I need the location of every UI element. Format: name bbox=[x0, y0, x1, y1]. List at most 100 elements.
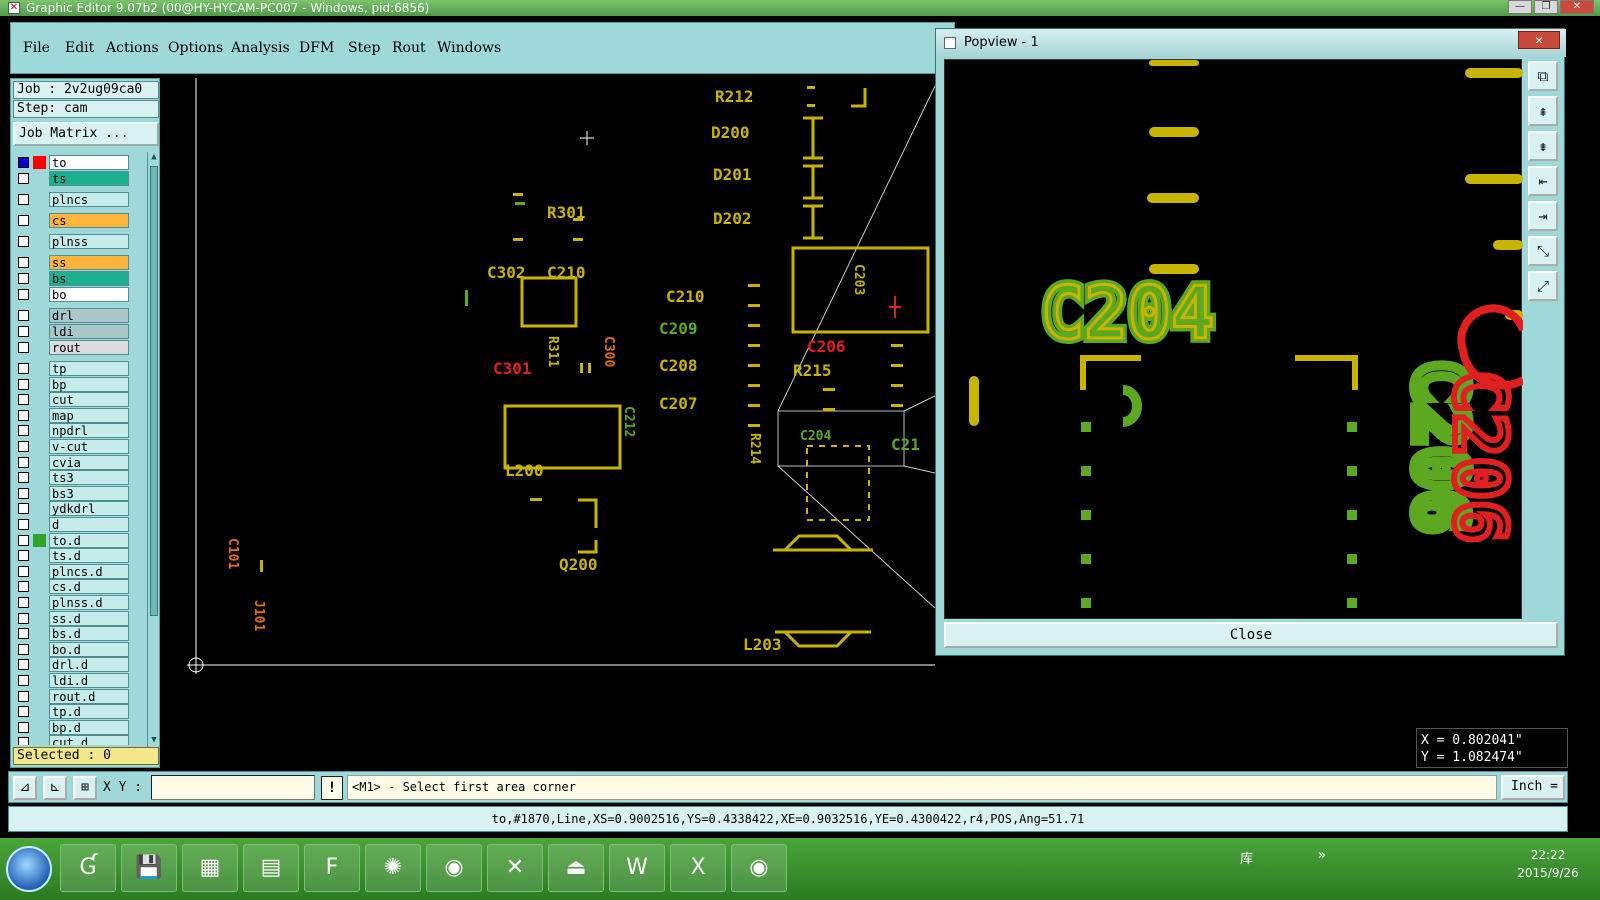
layer-checkbox[interactable] bbox=[18, 273, 29, 284]
layer-row[interactable]: drl bbox=[13, 308, 145, 323]
layer-row[interactable]: ts.d bbox=[13, 548, 145, 564]
scroll-thumb[interactable] bbox=[150, 166, 158, 616]
layer-checkbox[interactable] bbox=[18, 659, 29, 671]
layer-row[interactable]: cut bbox=[13, 392, 145, 408]
layer-checkbox[interactable] bbox=[18, 378, 29, 390]
popview-zoomed-pcb[interactable]: C204 C204 C206 C206 bbox=[945, 60, 1527, 620]
close-button[interactable]: ✕ bbox=[1560, 0, 1594, 14]
page-down-icon[interactable]: ⇟ bbox=[1528, 131, 1558, 161]
viewer-icon[interactable]: ◉ bbox=[731, 844, 787, 892]
layer-row[interactable]: cs.d bbox=[13, 579, 145, 595]
units-selector[interactable]: Inch = bbox=[1501, 775, 1565, 800]
layer-scrollbar[interactable]: ▲ ▼ bbox=[147, 152, 159, 747]
layer-label[interactable]: bs bbox=[49, 271, 129, 286]
layer-checkbox[interactable] bbox=[18, 194, 29, 205]
layer-label[interactable]: cut.d bbox=[49, 735, 129, 745]
layer-checkbox[interactable] bbox=[18, 690, 29, 702]
menu-step[interactable]: Step bbox=[348, 40, 380, 56]
layer-checkbox[interactable] bbox=[18, 675, 29, 686]
layer-label[interactable]: tp.d bbox=[49, 704, 129, 720]
restore-button[interactable]: ❐ bbox=[1534, 0, 1558, 14]
layer-checkbox[interactable] bbox=[18, 409, 29, 421]
layer-row[interactable]: plncs bbox=[13, 192, 145, 207]
exclamation-icon[interactable]: ! bbox=[321, 776, 343, 800]
zoom-in-icon[interactable]: ⤢ bbox=[1528, 271, 1558, 301]
x-icon[interactable]: ✕ bbox=[487, 844, 543, 892]
layer-label[interactable]: plncs.d bbox=[49, 563, 129, 579]
eye-icon[interactable]: ◉ bbox=[426, 844, 482, 892]
layer-checkbox[interactable] bbox=[18, 628, 29, 640]
zoom-out-icon[interactable]: ⤡ bbox=[1528, 236, 1558, 266]
layer-row[interactable]: bs.d bbox=[13, 626, 145, 642]
layer-checkbox[interactable] bbox=[18, 487, 29, 499]
menu-edit[interactable]: Edit bbox=[65, 40, 94, 56]
layer-checkbox[interactable] bbox=[18, 597, 29, 608]
layer-label[interactable]: ss bbox=[49, 255, 129, 270]
layer-row[interactable]: d bbox=[13, 517, 145, 532]
layer-row[interactable]: bo.d bbox=[13, 641, 145, 657]
layer-checkbox[interactable] bbox=[18, 310, 29, 321]
layer-label[interactable]: ydkdrl bbox=[49, 501, 129, 517]
layer-label[interactable]: plnss bbox=[49, 234, 129, 249]
word-icon[interactable]: W bbox=[609, 844, 665, 892]
layer-label[interactable]: rout.d bbox=[49, 688, 129, 704]
layer-checkbox[interactable] bbox=[18, 157, 29, 168]
layer-label[interactable]: bs3 bbox=[49, 485, 129, 501]
page-up-icon[interactable]: ⇞ bbox=[1528, 96, 1558, 126]
layer-checkbox[interactable] bbox=[18, 565, 29, 577]
genesis-icon[interactable]: Ɠ bbox=[60, 844, 116, 892]
start-button-icon[interactable] bbox=[6, 846, 52, 892]
layer-row[interactable]: bs bbox=[13, 271, 145, 286]
minimize-button[interactable]: — bbox=[1508, 0, 1532, 14]
layer-label[interactable]: tp bbox=[49, 361, 129, 376]
layer-row[interactable]: ldi bbox=[13, 324, 145, 339]
layer-checkbox[interactable] bbox=[18, 257, 29, 268]
menu-analysis[interactable]: Analysis bbox=[231, 40, 290, 56]
layer-checkbox[interactable] bbox=[18, 503, 29, 515]
menu-actions[interactable]: Actions bbox=[106, 40, 159, 56]
layer-label[interactable]: to.d bbox=[49, 532, 129, 548]
layer-row[interactable]: ts bbox=[13, 171, 145, 186]
layer-checkbox[interactable] bbox=[18, 456, 29, 468]
layer-checkbox[interactable] bbox=[18, 363, 29, 374]
layer-label[interactable]: cs.d bbox=[49, 579, 129, 595]
layer-row[interactable]: to bbox=[13, 155, 145, 170]
layer-row[interactable]: cs bbox=[13, 213, 145, 228]
menu-file[interactable]: File bbox=[23, 40, 50, 56]
page-right-icon[interactable]: ⇥ bbox=[1528, 201, 1558, 231]
graphic-canvas[interactable]: R212 D200 D201 D202 R301 C302 C210 C210 … bbox=[163, 78, 935, 768]
layer-row[interactable]: ss.d bbox=[13, 610, 145, 626]
layer-checkbox[interactable] bbox=[18, 236, 29, 247]
layer-label[interactable]: ss.d bbox=[49, 610, 129, 626]
layer-row[interactable]: bp bbox=[13, 376, 145, 392]
grid-icon[interactable]: ⊞ bbox=[73, 776, 97, 800]
layer-row[interactable]: ts3 bbox=[13, 470, 145, 486]
tray-library[interactable]: 库 bbox=[1240, 848, 1253, 867]
layer-row[interactable]: plnss.d bbox=[13, 595, 145, 610]
layer-row[interactable]: ydkdrl bbox=[13, 501, 145, 517]
calculator-icon[interactable]: ▦ bbox=[182, 844, 238, 892]
layer-checkbox[interactable] bbox=[18, 643, 29, 655]
layer-label[interactable]: bs.d bbox=[49, 626, 129, 642]
zoom-fit-icon[interactable]: ⧉ bbox=[1528, 61, 1558, 91]
save-icon[interactable]: 💾 bbox=[121, 844, 177, 892]
layer-row[interactable]: plnss bbox=[13, 234, 145, 249]
tray-chevron-icon[interactable]: » bbox=[1318, 848, 1326, 863]
job-matrix-button[interactable]: Job Matrix ... bbox=[13, 122, 159, 146]
layer-label[interactable]: to bbox=[49, 155, 129, 170]
popview-close-x[interactable]: ✕ bbox=[1518, 31, 1560, 49]
pcb-view[interactable]: R212 D200 D201 D202 R301 C302 C210 C210 … bbox=[163, 78, 935, 768]
layer-label[interactable]: rout bbox=[49, 340, 129, 355]
scroll-down-icon[interactable]: ▼ bbox=[148, 735, 160, 747]
menu-dfm[interactable]: DFM bbox=[299, 40, 334, 56]
layer-row[interactable]: bs3 bbox=[13, 485, 145, 501]
layer-checkbox[interactable] bbox=[18, 721, 29, 733]
layer-checkbox[interactable] bbox=[18, 441, 29, 452]
scroll-up-icon[interactable]: ▲ bbox=[148, 152, 160, 164]
layer-label[interactable]: ts.d bbox=[49, 548, 129, 564]
layer-checkbox[interactable] bbox=[18, 326, 29, 337]
layer-row[interactable]: rout.d bbox=[13, 688, 145, 704]
layer-checkbox[interactable] bbox=[18, 534, 29, 546]
layer-label[interactable]: ts3 bbox=[49, 470, 129, 486]
layer-checkbox[interactable] bbox=[18, 173, 29, 184]
